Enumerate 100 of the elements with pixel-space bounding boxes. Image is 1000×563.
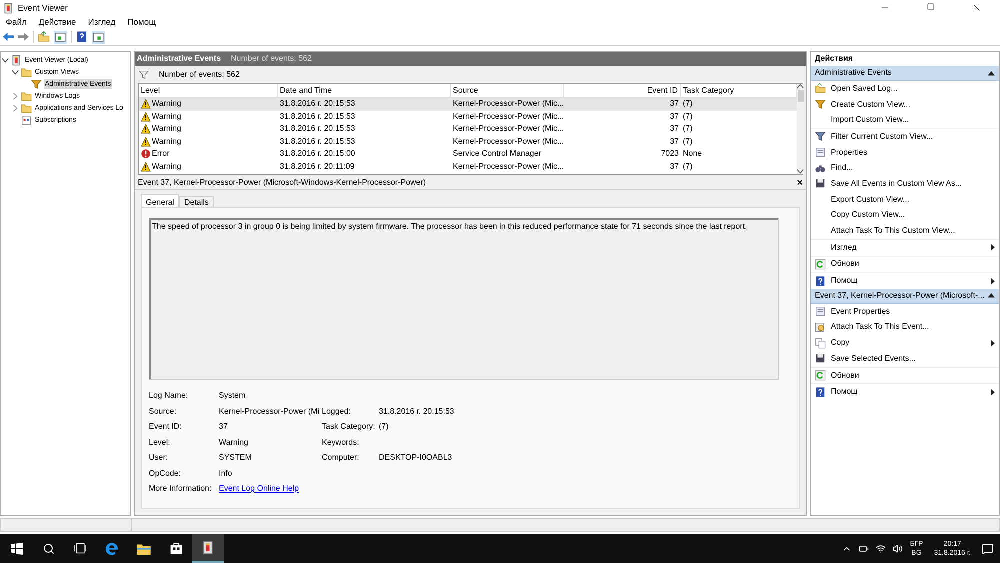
table-cell: Kernel-Processor-Power (Mic... [453, 136, 564, 146]
folder-icon[interactable] [137, 542, 151, 554]
column-header[interactable]: Date and Time [278, 84, 451, 97]
event-row[interactable]: Warning 31.8.2016 г. 20:11:09 Kernel-Processor-Power (Mic... 37 (7) [139, 160, 797, 173]
field-value: (7) [379, 421, 390, 433]
event-row[interactable]: Warning 31.8.2016 г. 20:15:53 Kernel-Processor-Power (Mic... 37 (7) [139, 98, 797, 110]
collapse-arrow-icon[interactable] [988, 293, 995, 298]
folder-icon [815, 83, 826, 94]
event-count: Number of events: 562 [159, 68, 240, 80]
action-item[interactable]: Save Selected Events... [811, 351, 999, 367]
field-label: Computer: [322, 452, 360, 464]
field-label: Logged: [322, 406, 352, 418]
action-item[interactable]: Copy Custom View... [811, 208, 999, 224]
copy-icon [815, 338, 826, 349]
menu-item[interactable]: Изглед [88, 16, 116, 29]
action-item[interactable]: Export Custom View... [811, 192, 999, 208]
help-link[interactable]: Event Log Online Help [219, 483, 379, 495]
column-header[interactable]: Event ID [564, 84, 681, 97]
scroll-up-icon[interactable] [797, 84, 804, 89]
filter-icon [139, 70, 149, 80]
action-item[interactable]: Event Properties [811, 304, 999, 320]
field-value: Kernel-Processor-Power (Mi [219, 406, 320, 418]
event-row[interactable]: Warning 31.8.2016 г. 20:15:53 Kernel-Processor-Power (Mic... 37 (7) [139, 110, 797, 123]
menu-item[interactable]: Помощ [128, 16, 156, 29]
window-title: Event Viewer [18, 2, 68, 14]
forward-arrow-icon[interactable] [18, 32, 29, 42]
pane-toggle-icon[interactable] [92, 30, 105, 44]
event-row[interactable]: Error 31.8.2016 г. 20:15:00 Service Control Manager 7023 None [139, 148, 797, 160]
table-cell: Kernel-Processor-Power (Mic... [453, 112, 564, 121]
start-icon[interactable] [11, 542, 23, 554]
action-item[interactable]: Обнови [811, 256, 999, 272]
description-box: The speed of processor 3 in group 0 is being limited by system firmware. The processor has been in this reduced performance state for 71 seconds since the last report. [149, 218, 779, 380]
tab[interactable]: General [141, 194, 180, 208]
action-item[interactable]: Attach Task To This Event... [811, 320, 999, 336]
properties-icon [815, 306, 826, 318]
action-item[interactable]: Import Custom View... [811, 112, 999, 128]
warning-icon [141, 136, 151, 147]
warning-icon [141, 162, 151, 172]
event-row[interactable]: Warning 31.8.2016 г. 20:15:53 Kernel-Processor-Power (Mic... 37 (7) [139, 123, 797, 136]
log-viewer-icon [201, 540, 215, 554]
action-item[interactable]: Find... [811, 160, 999, 176]
field-value: Warning [219, 436, 250, 448]
column-header[interactable]: Source [451, 84, 564, 97]
table-cell: (7) [683, 162, 693, 171]
browser-icon[interactable] [105, 542, 119, 556]
tab[interactable]: Details [179, 196, 214, 208]
submenu-arrow-icon [991, 278, 995, 285]
back-arrow-icon[interactable] [3, 32, 14, 42]
filter-icon [815, 99, 826, 110]
menu-item[interactable]: Файл [6, 16, 27, 29]
scroll-thumb[interactable] [798, 90, 804, 102]
wifi-icon[interactable] [876, 544, 886, 554]
column-header[interactable]: Level [139, 84, 278, 97]
close-button[interactable]: × [797, 176, 803, 190]
folder-up-icon[interactable] [38, 31, 50, 43]
scroll-down-icon[interactable] [797, 169, 804, 174]
detail-title: Event 37, Kernel-Processor-Power (Microsoft-Windows-Kernel-Processor-Power) [138, 177, 426, 189]
warning-icon [141, 99, 151, 110]
field-label: Level: [149, 436, 172, 448]
collapse-arrow-icon[interactable] [988, 70, 995, 76]
help-icon [815, 386, 826, 398]
action-item[interactable]: Save All Events in Custom View As... [811, 176, 999, 192]
help-icon [815, 276, 826, 287]
action-item[interactable]: Attach Task To This Custom View... [811, 223, 999, 239]
maximize-icon[interactable] [927, 3, 935, 11]
notification-icon[interactable] [982, 542, 994, 554]
search-icon[interactable] [43, 542, 55, 554]
submenu-arrow-icon [991, 244, 995, 252]
action-item[interactable]: Filter Current Custom View... [811, 129, 999, 145]
table-cell: Warning [152, 98, 182, 110]
action-item[interactable]: Open Saved Log... [811, 81, 999, 97]
task-view-icon[interactable] [74, 543, 86, 554]
action-item[interactable]: Create Custom View... [811, 96, 999, 112]
action-item[interactable]: Помощ [811, 384, 999, 400]
section-header[interactable]: Event 37, Kernel-Processor-Power (Microsoft-... [811, 288, 999, 304]
save-icon [815, 178, 826, 190]
table-cell: 31.8.2016 г. 20:15:53 [280, 112, 356, 121]
store-bag-icon[interactable] [170, 542, 182, 555]
action-item[interactable]: Properties [811, 144, 999, 160]
close-icon[interactable] [972, 3, 982, 13]
table-cell: (7) [683, 124, 693, 134]
battery-icon[interactable] [859, 544, 870, 554]
action-item[interactable]: Изглед [811, 240, 999, 256]
refresh-icon [815, 370, 826, 382]
action-item[interactable]: Помощ [811, 273, 999, 289]
table-cell: 37 [670, 136, 679, 146]
event-row[interactable]: Warning 31.8.2016 г. 20:15:53 Kernel-Processor-Power (Mic... 37 (7) [139, 136, 797, 148]
menu-item[interactable]: Действие [38, 16, 76, 29]
speaker-icon[interactable] [893, 544, 904, 554]
action-item[interactable]: Обнови [811, 368, 999, 384]
field-label: Task Category: [322, 421, 376, 433]
section-header[interactable]: Administrative Events [811, 66, 999, 81]
field-label: OpCode: [149, 468, 182, 480]
table-cell: 37 [670, 99, 679, 108]
action-item[interactable]: Copy [811, 335, 999, 351]
help-icon[interactable] [76, 31, 88, 43]
taskbar-app-button[interactable] [192, 534, 224, 563]
table-cell: 7023 [661, 149, 679, 158]
pane-toggle-icon[interactable] [54, 30, 67, 44]
table-cell: Warning [152, 136, 182, 148]
